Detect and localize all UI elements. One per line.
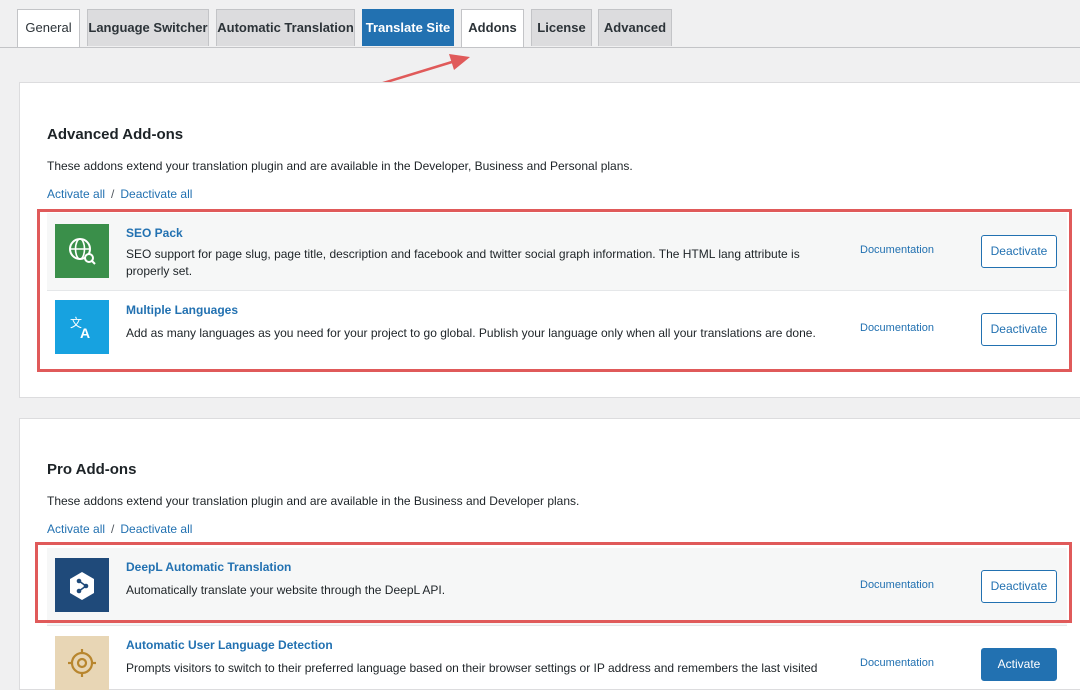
addon-title[interactable]: DeepL Automatic Translation [126, 560, 291, 574]
documentation-link[interactable]: Documentation [860, 322, 934, 334]
svg-text:A: A [80, 325, 90, 341]
activate-all-link[interactable]: Activate all [47, 187, 105, 201]
globe-search-icon [55, 224, 109, 278]
section-title: Advanced Add-ons [47, 126, 184, 143]
addon-row-multiple-languages: 文 A Multiple Languages Add as many langu… [47, 291, 1067, 369]
addon-description: Automatically translate your website thr… [126, 583, 446, 597]
documentation-link[interactable]: Documentation [860, 244, 934, 256]
addon-row-seo-pack: SEO Pack SEO support for page slug, page… [47, 213, 1067, 291]
deactivate-button[interactable]: Deactivate [981, 235, 1057, 268]
translate-icon: 文 A [55, 300, 109, 354]
section-title: Pro Add-ons [47, 461, 137, 478]
addon-title[interactable]: Multiple Languages [126, 303, 238, 317]
activate-button[interactable]: Activate [981, 648, 1057, 681]
bulk-actions: Activate all / Deactivate all [47, 522, 192, 536]
deactivate-all-link[interactable]: Deactivate all [120, 522, 192, 536]
addon-title[interactable]: Automatic User Language Detection [126, 638, 333, 652]
link-separator: / [111, 187, 115, 201]
addon-row-user-language-detection: Automatic User Language Detection Prompt… [47, 626, 1067, 690]
bulk-actions: Activate all / Deactivate all [47, 187, 192, 201]
activate-all-link[interactable]: Activate all [47, 522, 105, 536]
addon-description: SEO support for page slug, page title, d… [126, 247, 800, 278]
addon-title[interactable]: SEO Pack [126, 226, 183, 240]
target-icon [55, 636, 109, 690]
link-separator: / [111, 522, 115, 536]
deactivate-button[interactable]: Deactivate [981, 313, 1057, 346]
addon-description: Add as many languages as you need for yo… [126, 326, 816, 340]
documentation-link[interactable]: Documentation [860, 579, 934, 591]
addon-row-deepl: DeepL Automatic Translation Automaticall… [47, 548, 1067, 626]
addon-description: Prompts visitors to switch to their pref… [126, 661, 818, 675]
deactivate-all-link[interactable]: Deactivate all [120, 187, 192, 201]
deepl-icon [55, 558, 109, 612]
section-description: These addons extend your translation plu… [47, 159, 633, 173]
section-description: These addons extend your translation plu… [47, 494, 580, 508]
documentation-link[interactable]: Documentation [860, 657, 934, 669]
deactivate-button[interactable]: Deactivate [981, 570, 1057, 603]
